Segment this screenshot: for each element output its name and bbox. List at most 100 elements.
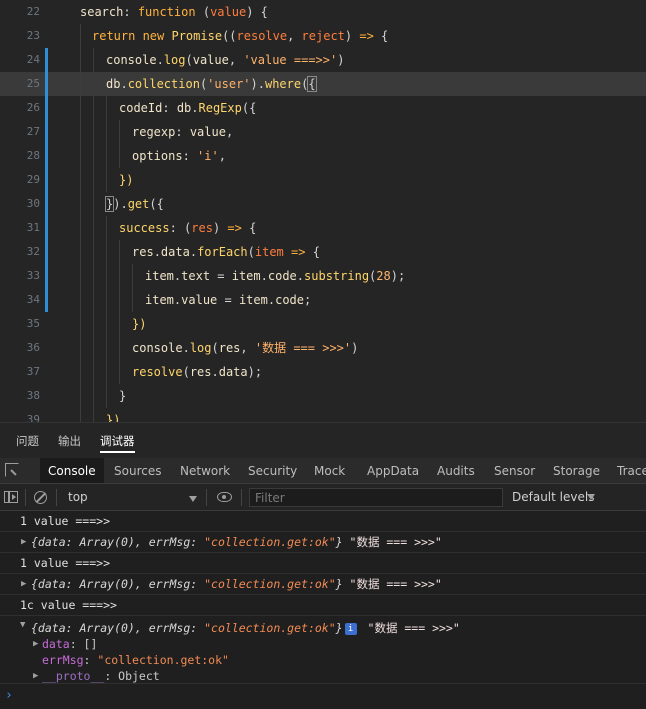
code-line: 39 }) (0, 408, 646, 422)
code-line: 23 return new Promise((resolve, reject) … (0, 24, 646, 48)
console-prompt[interactable]: › (5, 688, 13, 703)
tab-audits[interactable]: Audits (437, 458, 475, 483)
code-text: success: (res) => { (119, 221, 257, 235)
tab-mock[interactable]: Mock (314, 458, 345, 483)
code-line: 27 regexp: value, (0, 120, 646, 144)
line-number: 28 (26, 149, 40, 162)
code-text: console.log(value, 'value ===>>') (106, 53, 345, 67)
console-toolbar: top Default levels (0, 484, 646, 511)
modified-line-marker (45, 48, 48, 72)
line-number: 24 (26, 53, 40, 66)
log-entry: 1 value ===>> (0, 553, 646, 574)
code-text: regexp: value, (132, 125, 234, 139)
object-preview[interactable]: {data: Array(0), errMsg: "collection.get… (31, 532, 442, 553)
clear-console-icon[interactable] (34, 491, 47, 504)
tab-sensor[interactable]: Sensor (494, 458, 535, 483)
tab-appdata[interactable]: AppData (367, 458, 419, 483)
line-number: 27 (26, 125, 40, 138)
code-text: item.text = item.code.substring(28); (145, 269, 406, 283)
log-text: 1 value ===>> (20, 556, 111, 570)
info-icon[interactable]: i (344, 623, 357, 635)
object-property[interactable]: data: [] (42, 637, 97, 651)
line-number: 33 (26, 269, 40, 282)
modified-line-marker (45, 264, 48, 288)
code-text: options: 'i', (132, 149, 226, 163)
modified-line-marker (45, 120, 48, 144)
toolbar-divider (56, 489, 57, 506)
log-entry-expanded[interactable]: ▼ {data: Array(0), errMsg: "collection.g… (0, 616, 646, 684)
log-entry[interactable]: ▶ {data: Array(0), errMsg: "collection.g… (0, 574, 646, 595)
tab-trace[interactable]: Trace (617, 458, 646, 483)
devtools-tab-bar: Console Sources Network Security Mock Ap… (0, 458, 646, 484)
expand-arrow-icon[interactable]: ▶ (33, 671, 38, 681)
code-line: 37 resolve(res.data); (0, 360, 646, 384)
code-line: 35 }) (0, 312, 646, 336)
code-editor[interactable]: 22 search: function (value) { 23 return … (0, 0, 646, 422)
log-entry: 1 value ===>> (0, 511, 646, 532)
line-number: 38 (26, 389, 40, 402)
code-text: }) (106, 413, 121, 422)
chevron-down-icon[interactable] (189, 496, 197, 502)
live-expression-eye-icon[interactable] (217, 492, 232, 502)
modified-line-marker (45, 192, 48, 216)
modified-line-marker (45, 168, 48, 192)
chevron-down-icon[interactable] (587, 494, 595, 500)
modified-line-marker (45, 240, 48, 264)
line-number: 31 (26, 221, 40, 234)
tab-debugger[interactable]: 调试器 (100, 423, 135, 459)
tab-output[interactable]: 输出 (58, 423, 81, 459)
line-number: 30 (26, 197, 40, 210)
object-preview[interactable]: {data: Array(0), errMsg: "collection.get… (31, 620, 460, 636)
code-line-current: 25 db.collection('user').where({ (0, 72, 646, 96)
filter-input[interactable] (249, 488, 503, 507)
code-line: 31 success: (res) => { (0, 216, 646, 240)
code-line: 28 options: 'i', (0, 144, 646, 168)
code-text: return new Promise((resolve, reject) => … (92, 29, 389, 43)
inspect-element-icon[interactable] (5, 463, 19, 477)
collapse-arrow-icon[interactable]: ▼ (20, 620, 25, 630)
code-text: item.value = item.code; (145, 293, 312, 307)
tab-sources[interactable]: Sources (114, 458, 161, 483)
code-text: search: function (value) { (80, 5, 268, 19)
code-text: db.collection('user').where({ (106, 76, 317, 92)
tab-network[interactable]: Network (180, 458, 230, 483)
tab-problems[interactable]: 问题 (16, 423, 39, 459)
tab-storage[interactable]: Storage (553, 458, 600, 483)
modified-line-marker (45, 96, 48, 120)
tab-security[interactable]: Security (248, 458, 297, 483)
expand-arrow-icon[interactable]: ▶ (21, 532, 26, 553)
object-property[interactable]: __proto__: Object (42, 669, 160, 683)
console-output: 1 value ===>> ▶ {data: Array(0), errMsg:… (0, 511, 646, 709)
line-number: 37 (26, 365, 40, 378)
context-selector[interactable]: top (68, 489, 198, 506)
log-entry: 1c value ===>> (0, 595, 646, 616)
code-text: resolve(res.data); (132, 365, 263, 379)
code-line: 36 console.log(res, '数据 === >>>') (0, 336, 646, 360)
log-text: 1 value ===>> (20, 514, 111, 528)
modified-line-marker (45, 72, 48, 96)
code-line: 30 }).get({ (0, 192, 646, 216)
tab-console[interactable]: Console (40, 458, 104, 483)
code-text: }) (132, 317, 147, 331)
line-number: 25 (26, 77, 40, 90)
log-levels-dropdown[interactable]: Default levels (512, 489, 594, 506)
line-number: 26 (26, 101, 40, 114)
expand-arrow-icon[interactable]: ▶ (21, 574, 26, 595)
code-line: 26 codeId: db.RegExp({ (0, 96, 646, 120)
log-entry[interactable]: ▶ {data: Array(0), errMsg: "collection.g… (0, 532, 646, 553)
line-number: 29 (26, 173, 40, 186)
code-line: 29 }) (0, 168, 646, 192)
show-sidebar-icon[interactable] (4, 491, 18, 503)
toolbar-divider (25, 489, 26, 506)
line-number: 35 (26, 317, 40, 330)
code-line: 22 search: function (value) { (0, 0, 646, 24)
code-text: } (119, 389, 127, 403)
line-number: 23 (26, 29, 40, 42)
expand-arrow-icon[interactable]: ▶ (33, 639, 38, 649)
toolbar-divider (206, 489, 207, 506)
line-number: 34 (26, 293, 40, 306)
modified-line-marker (45, 216, 48, 240)
code-text: res.data.forEach(item => { (132, 245, 320, 259)
object-preview[interactable]: {data: Array(0), errMsg: "collection.get… (31, 574, 442, 595)
code-line: 38 } (0, 384, 646, 408)
